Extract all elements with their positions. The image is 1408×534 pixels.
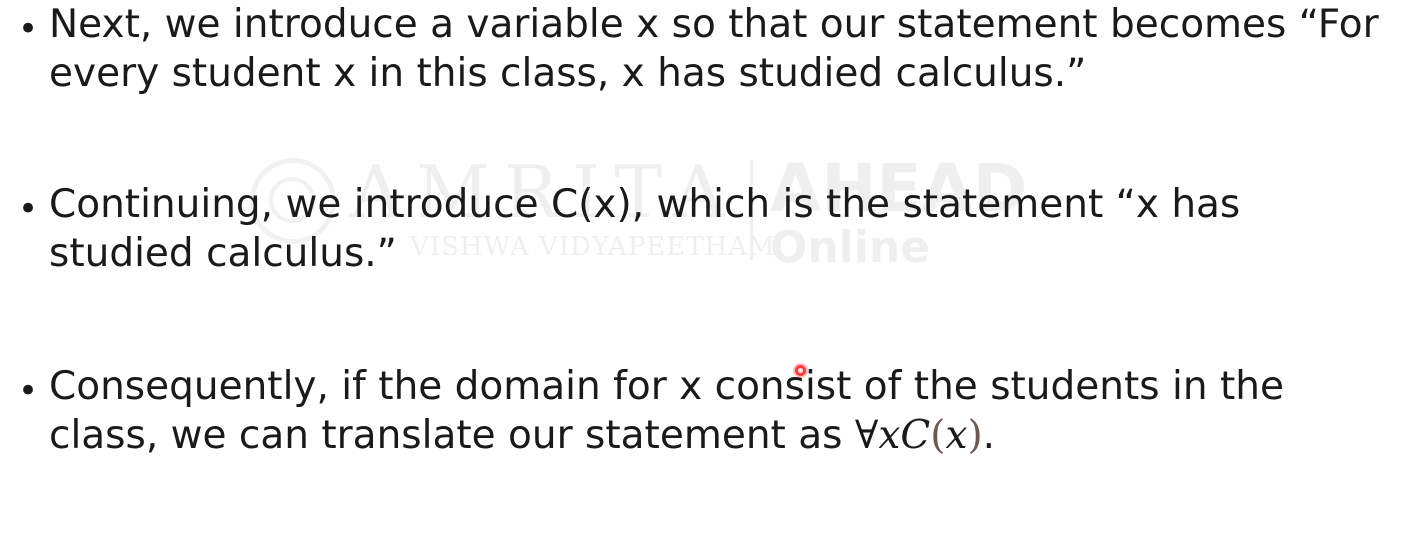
math-open-paren: ( [930,413,946,458]
bullet-marker: • [18,9,39,49]
bullet-text-3-prefix: Consequently, if the domain for x consis… [49,364,1284,458]
bullet-text-2: Continuing, we introduce C(x), which is … [49,182,1241,276]
forall-symbol: ∀ [854,413,879,458]
bullet-text-3-suffix: . [982,413,996,458]
bullet-text-1: Next, we introduce a variable x so that … [49,2,1379,96]
bullet-text-3: Consequently, if the domain for x consis… [49,362,1389,460]
bullet-marker: • [18,189,39,229]
laser-pointer-icon [795,365,806,376]
math-predicate: C [900,413,931,458]
bullet-marker: • [18,371,39,411]
math-variable: x [878,413,901,458]
slide: AMRITA VISHWA VIDYAPEETHAM AHEAD Online … [0,0,1408,534]
math-argument: x [945,413,968,458]
math-close-paren: ) [967,413,983,458]
